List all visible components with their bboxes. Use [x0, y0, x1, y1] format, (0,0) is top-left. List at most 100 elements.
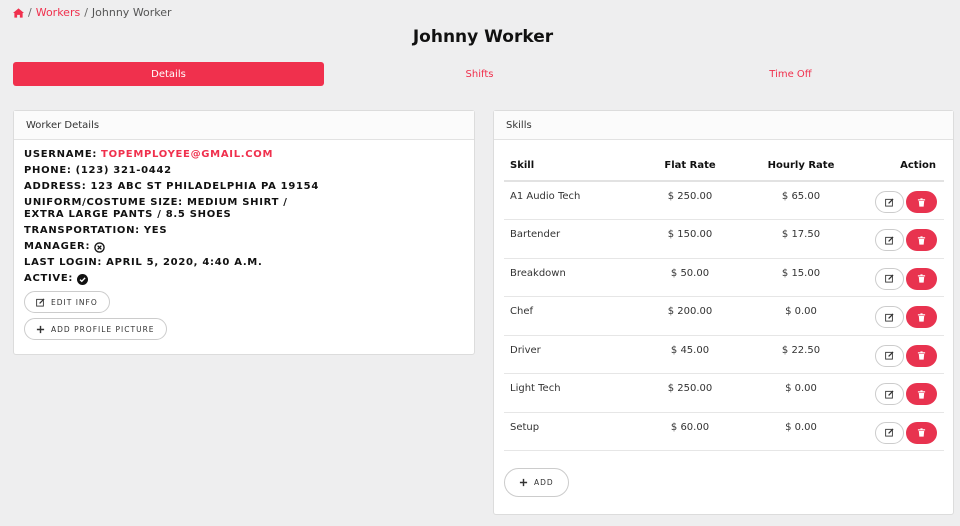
row-actions [866, 219, 944, 259]
skills-table: Skill Flat Rate Hourly Rate Action A1 Au… [504, 150, 944, 451]
transport-row: Transportation: Yes [24, 225, 464, 237]
trash-icon [917, 312, 926, 322]
table-row: Breakdown $ 50.00 $ 15.00 [504, 258, 944, 297]
breadcrumb-separator: / [84, 6, 88, 19]
add-profile-picture-button[interactable]: Add Profile Picture [24, 318, 167, 340]
hourly-rate: $ 0.00 [736, 373, 866, 413]
tab-time-off[interactable]: Time Off [635, 62, 946, 86]
delete-skill-button[interactable] [906, 421, 937, 444]
skill-name: Chef [504, 296, 644, 336]
col-flat-rate: Flat Rate [644, 150, 736, 182]
flat-rate: $ 250.00 [644, 181, 736, 220]
breadcrumb-workers-link[interactable]: Workers [36, 6, 80, 19]
row-actions [866, 258, 944, 297]
edit-icon [885, 312, 894, 322]
tab-shifts[interactable]: Shifts [324, 62, 635, 86]
hourly-rate: $ 17.50 [736, 219, 866, 259]
edit-icon [885, 274, 894, 283]
edit-skill-button[interactable] [875, 421, 904, 444]
flat-rate: $ 250.00 [644, 373, 736, 413]
transport-label: Transportation: [24, 225, 140, 236]
skill-name: Bartender [504, 219, 644, 259]
skill-name: Light Tech [504, 373, 644, 413]
add-skill-button[interactable]: Add [504, 468, 569, 497]
trash-icon [917, 428, 926, 437]
row-actions [866, 335, 944, 374]
table-row: Setup $ 60.00 $ 0.00 [504, 412, 944, 451]
add-label: Add [534, 478, 554, 487]
hourly-rate: $ 22.50 [736, 335, 866, 374]
active-label: Active: [24, 273, 74, 284]
breadcrumb: / Workers / Johnny Worker [13, 6, 172, 19]
trash-icon [917, 235, 926, 245]
address-row: Address: 123 ABC St Philadelphia PA 1915… [24, 181, 464, 193]
edit-skill-button[interactable] [875, 383, 904, 405]
add-picture-label: Add Profile Picture [51, 324, 155, 334]
edit-info-label: Edit Info [51, 297, 98, 307]
check-circle-icon [77, 273, 89, 285]
delete-skill-button[interactable] [906, 191, 937, 213]
trash-icon [917, 351, 926, 360]
delete-skill-button[interactable] [906, 267, 937, 290]
uniform-row: Uniform/Costume Size: Medium Shirt / Ext… [24, 197, 464, 221]
skill-name: Breakdown [504, 258, 644, 297]
breadcrumb-current: Johnny Worker [91, 6, 172, 19]
edit-info-button[interactable]: Edit Info [24, 291, 110, 313]
edit-icon [36, 297, 45, 307]
hourly-rate: $ 65.00 [736, 181, 866, 220]
hourly-rate: $ 15.00 [736, 258, 866, 297]
plus-icon [519, 478, 528, 487]
skills-card: Skills Skill Flat Rate Hourly Rate Actio… [493, 110, 954, 515]
edit-skill-button[interactable] [875, 344, 904, 367]
row-actions [866, 412, 944, 451]
skill-name: Driver [504, 335, 644, 374]
col-hourly-rate: Hourly Rate [736, 150, 866, 182]
row-actions [866, 181, 944, 220]
edit-skill-button[interactable] [875, 191, 904, 213]
delete-skill-button[interactable] [906, 383, 937, 405]
skill-name: A1 Audio Tech [504, 181, 644, 220]
table-row: Chef $ 200.00 $ 0.00 [504, 296, 944, 336]
page-title: Johnny Worker [412, 27, 554, 47]
trash-icon [917, 274, 926, 283]
edit-icon [885, 389, 894, 399]
trash-icon [917, 389, 926, 399]
edit-skill-button[interactable] [875, 229, 904, 251]
manager-label: Manager: [24, 241, 91, 252]
edit-icon [885, 428, 894, 437]
card-title: Worker Details [14, 111, 474, 140]
active-row: Active: [24, 273, 464, 285]
edit-skill-button[interactable] [875, 306, 904, 328]
worker-details-card: Worker Details Username: topemployee@gma… [13, 110, 475, 355]
tab-details[interactable]: Details [13, 62, 324, 86]
last-login-row: Last Login: April 5, 2020, 4:40 a.m. [24, 257, 464, 269]
col-skill: Skill [504, 150, 644, 182]
delete-skill-button[interactable] [906, 306, 937, 328]
flat-rate: $ 50.00 [644, 258, 736, 297]
manager-row: Manager: [24, 241, 464, 253]
skill-name: Setup [504, 412, 644, 451]
delete-skill-button[interactable] [906, 344, 937, 367]
row-actions [866, 373, 944, 413]
flat-rate: $ 60.00 [644, 412, 736, 451]
username-value[interactable]: topemployee@gmail.com [101, 149, 273, 161]
home-icon[interactable] [13, 7, 24, 18]
row-actions [866, 296, 944, 336]
uniform-label: Uniform/Costume Size: [24, 197, 183, 208]
delete-skill-button[interactable] [906, 229, 937, 251]
plus-icon [36, 325, 45, 333]
edit-icon [885, 351, 894, 360]
uniform-value-1: Medium Shirt / [186, 197, 288, 208]
x-circle-icon [94, 241, 105, 253]
flat-rate: $ 200.00 [644, 296, 736, 336]
edit-skill-button[interactable] [875, 267, 904, 290]
tab-bar: Details Shifts Time Off [13, 62, 946, 87]
username-label: Username: [24, 149, 98, 160]
phone-row: Phone: (123) 321-0442 [24, 165, 464, 177]
col-action: Action [866, 150, 944, 182]
edit-icon [885, 197, 894, 207]
last-login-label: Last Login: [24, 257, 103, 268]
flat-rate: $ 150.00 [644, 219, 736, 259]
address-label: Address: [24, 181, 87, 192]
table-row: Light Tech $ 250.00 $ 0.00 [504, 373, 944, 413]
